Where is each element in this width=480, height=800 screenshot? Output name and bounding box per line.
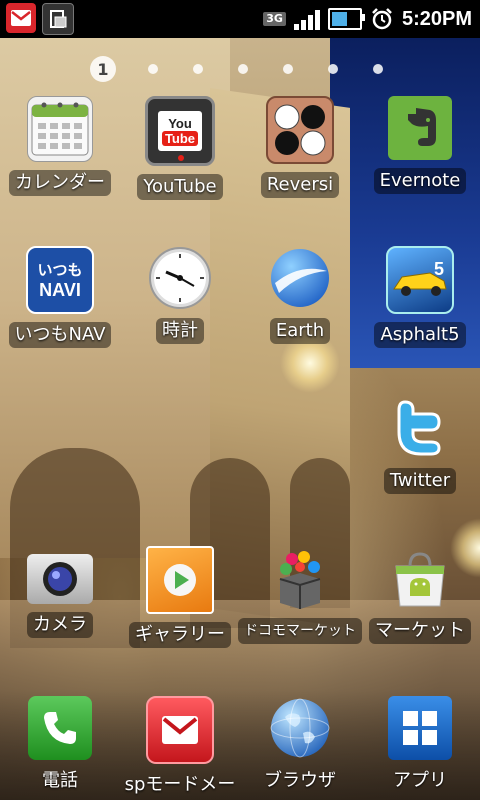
page-indicator[interactable]: 1 (90, 56, 383, 82)
app-label: カメラ (27, 612, 93, 638)
phone-icon (28, 696, 92, 760)
app-evernote[interactable]: Evernote (360, 90, 480, 200)
app-label: カレンダー (9, 170, 111, 196)
app-google-earth[interactable]: Earth (240, 240, 360, 350)
app-label: Reversi (260, 172, 340, 198)
clock-icon (148, 246, 212, 310)
app-label: spモードメー (124, 774, 236, 795)
app-label: ブラウザ (264, 770, 336, 791)
battery-icon (327, 8, 365, 30)
youtube-icon: You Tube (145, 96, 215, 166)
calendar-icon (27, 96, 93, 162)
alarm-icon (372, 8, 392, 30)
app-label: Asphalt5 (374, 322, 466, 348)
page-dot (328, 64, 338, 74)
dock-app-drawer[interactable]: アプリ (360, 690, 480, 800)
app-asphalt5[interactable]: 5 Asphalt5 (360, 240, 480, 350)
app-label: Twitter (383, 468, 457, 494)
app-label: 電話 (42, 770, 78, 791)
app-clock[interactable]: 時計 (120, 240, 240, 350)
app-label: Evernote (373, 168, 467, 194)
app-camera[interactable]: カメラ (0, 540, 120, 650)
app-label: Earth (269, 318, 331, 344)
app-label: 時計 (156, 318, 204, 344)
sp-mode-mail-icon (146, 696, 214, 764)
reversi-icon (266, 96, 334, 164)
itsumo-navi-icon: いつも NAVI (26, 246, 94, 314)
dock-sp-mode-mail[interactable]: spモードメー (120, 690, 240, 800)
app-reversi[interactable]: Reversi (240, 90, 360, 200)
mail-notification-icon[interactable] (6, 3, 36, 33)
gallery-icon (146, 546, 214, 614)
twitter-icon (388, 396, 452, 460)
app-calendar[interactable]: カレンダー (0, 90, 120, 200)
app-youtube[interactable]: You Tube YouTube (120, 90, 240, 200)
camera-icon (27, 554, 93, 604)
asphalt5-icon: 5 (386, 246, 454, 314)
app-label: YouTube (137, 174, 223, 200)
android-market-icon (388, 546, 452, 610)
page-dot (238, 64, 248, 74)
status-time: 5:20PM (401, 7, 472, 30)
app-label: マーケット (369, 618, 471, 644)
current-page-dot: 1 (90, 56, 116, 82)
page-dot (193, 64, 203, 74)
status-bar[interactable]: 3G 5:20PM (0, 0, 480, 38)
app-docomo-market[interactable]: ドコモマーケット (238, 540, 362, 650)
signal-icon (293, 8, 320, 30)
google-earth-icon (268, 246, 332, 310)
svg-text:5: 5 (434, 259, 444, 279)
app-gallery[interactable]: ギャラリー (120, 540, 240, 650)
dock-phone[interactable]: 電話 (0, 690, 120, 800)
page-dot (373, 64, 383, 74)
data-3g-icon: 3G (263, 12, 286, 26)
browser-globe-icon (268, 696, 332, 760)
app-android-market[interactable]: マーケット (360, 540, 480, 650)
app-itsumo-navi[interactable]: いつも NAVI いつもNAV (0, 240, 120, 350)
page-dot (148, 64, 158, 74)
page-dot (283, 64, 293, 74)
app-twitter[interactable]: Twitter (360, 390, 480, 500)
battery-level-fill (331, 12, 348, 26)
app-label: ギャラリー (129, 622, 231, 648)
navi-badge-top: いつも (37, 261, 83, 279)
navi-badge-bottom: NAVI (39, 280, 81, 300)
dock-browser[interactable]: ブラウザ (240, 690, 360, 800)
dock: 電話 spモードメー ブラウザ アプリ (0, 690, 480, 800)
app-label: ドコモマーケット (238, 618, 362, 644)
app-drawer-icon (388, 696, 452, 760)
evernote-icon (388, 96, 452, 160)
docomo-market-icon (268, 546, 332, 610)
app-label: いつもNAV (8, 322, 112, 348)
app-label: アプリ (393, 770, 447, 791)
sync-notification-icon[interactable] (42, 3, 74, 35)
